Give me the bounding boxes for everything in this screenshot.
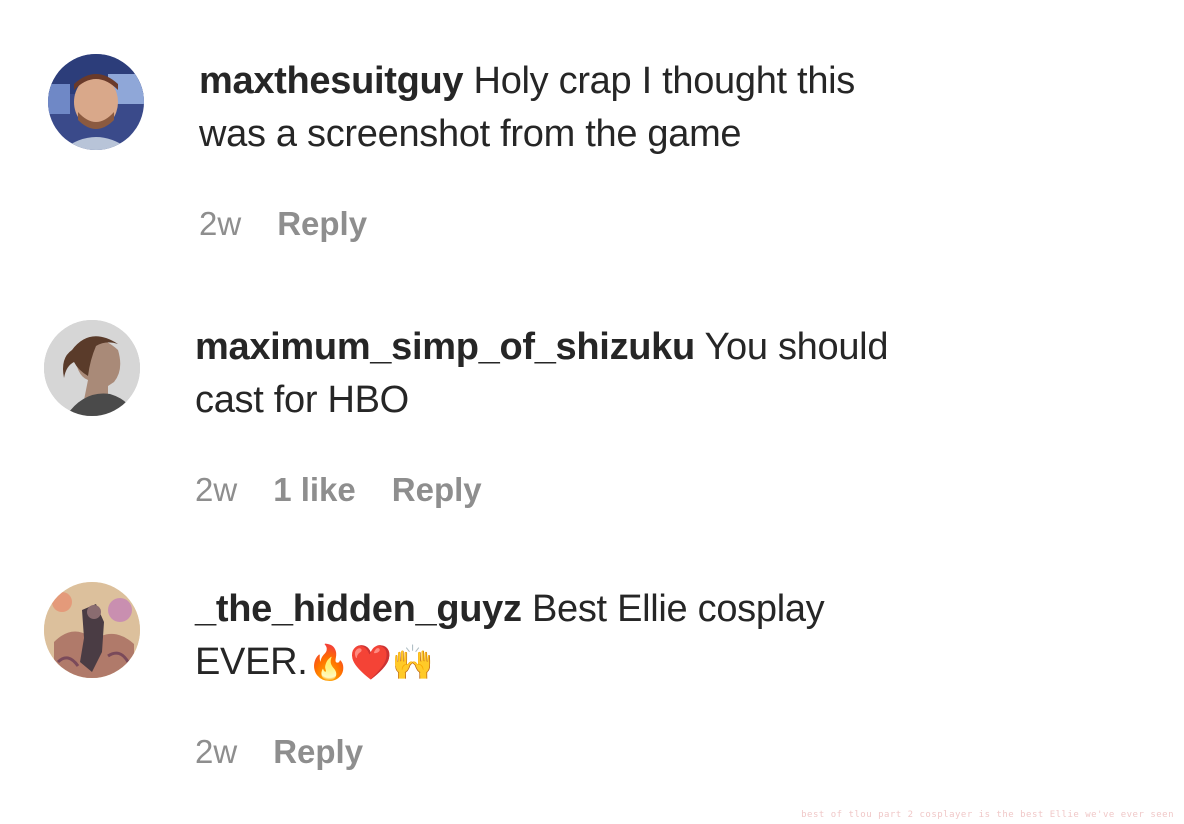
comment-timestamp[interactable]: 2w bbox=[195, 733, 237, 771]
watermark: best of tlou part 2 cosplayer is the bes… bbox=[801, 810, 1174, 820]
comment-meta: 2w Reply bbox=[199, 205, 367, 243]
comment-timestamp[interactable]: 2w bbox=[195, 471, 237, 509]
comment-username[interactable]: maximum_simp_of_shizuku bbox=[195, 326, 695, 368]
comment-username[interactable]: maxthesuitguy bbox=[199, 60, 464, 102]
comment-text-block: maxthesuitguy Holy crap I thought this w… bbox=[199, 55, 919, 161]
avatar[interactable] bbox=[44, 320, 140, 416]
avatar[interactable] bbox=[48, 54, 144, 150]
like-count[interactable]: 1 like bbox=[273, 471, 356, 509]
avatar-image bbox=[44, 582, 140, 678]
reply-button[interactable]: Reply bbox=[392, 471, 482, 509]
avatar-image bbox=[48, 54, 144, 150]
reply-button[interactable]: Reply bbox=[277, 205, 367, 243]
avatar-image bbox=[44, 320, 140, 416]
comment-text-block: _the_hidden_guyz Best Ellie cosplay EVER… bbox=[195, 583, 915, 690]
comment-username[interactable]: _the_hidden_guyz bbox=[195, 588, 522, 630]
comment-meta: 2w 1 like Reply bbox=[195, 471, 482, 509]
comments-list: maxthesuitguy Holy crap I thought this w… bbox=[0, 0, 1184, 824]
avatar[interactable] bbox=[44, 582, 140, 678]
emoji-fire-heart-raised-hands: 🔥❤️🙌 bbox=[307, 643, 434, 683]
comment-timestamp[interactable]: 2w bbox=[199, 205, 241, 243]
comment-text-block: maximum_simp_of_shizuku You should cast … bbox=[195, 321, 915, 427]
comment-meta: 2w Reply bbox=[195, 733, 363, 771]
reply-button[interactable]: Reply bbox=[273, 733, 363, 771]
